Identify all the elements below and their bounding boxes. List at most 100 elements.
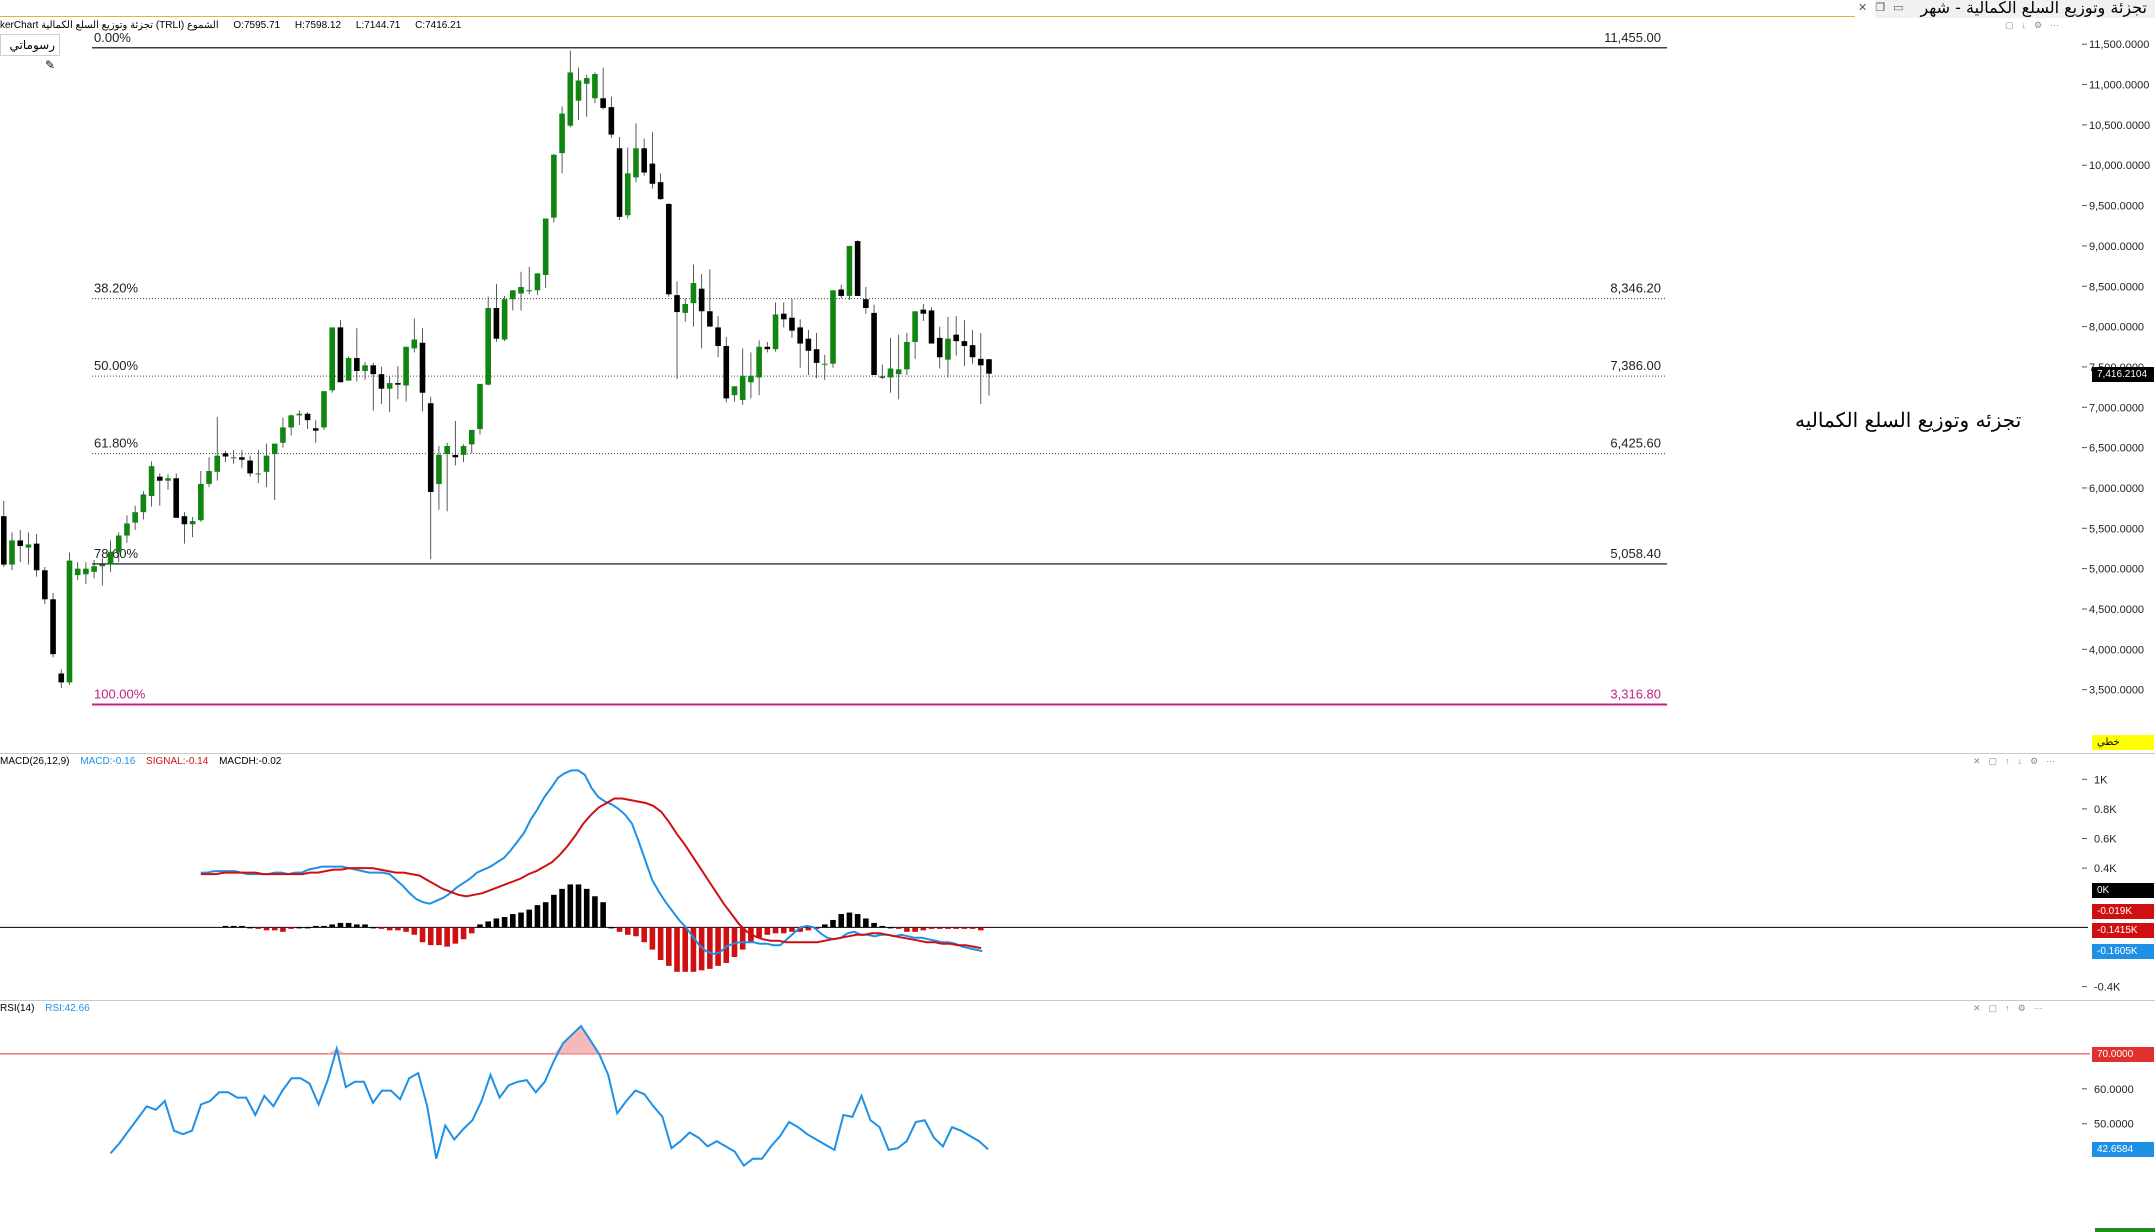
- candle-body: [107, 551, 114, 565]
- macd-histogram-bar: [674, 927, 680, 972]
- candle-body: [124, 523, 130, 536]
- close-icon[interactable]: ✕: [1973, 756, 1981, 766]
- candle-body: [206, 471, 212, 484]
- arrow-up-icon[interactable]: ↑: [2005, 1003, 2010, 1013]
- candle-body: [772, 314, 779, 350]
- macd-histogram-bar: [764, 927, 771, 935]
- macd-histogram-bar: [370, 927, 377, 929]
- signal-legend-value: SIGNAL:-0.14: [146, 756, 209, 767]
- macd-histogram-bar: [895, 927, 902, 929]
- macd-histogram-bar: [567, 884, 574, 928]
- candle-body: [518, 287, 524, 294]
- candle-body: [436, 454, 442, 484]
- candle-body: [140, 494, 147, 513]
- macd-pane-controls: ✕ ▢ ↑ ↓ ⚙ ⋯: [1973, 756, 2063, 767]
- close-icon[interactable]: ✕: [1973, 1003, 1981, 1013]
- price-axis-label: 4,000.0000: [2089, 644, 2144, 656]
- arrow-up-icon[interactable]: ↑: [2005, 756, 2010, 766]
- candle-body: [633, 148, 639, 178]
- macd-histogram-bar: [608, 927, 615, 929]
- rsi-pane-controls: ✕ ▢ ↑ ⚙ ⋯: [1973, 1003, 2051, 1014]
- candle-body: [501, 299, 508, 340]
- macd-histogram-bar: [345, 922, 352, 928]
- candle-body: [600, 98, 606, 108]
- macd-axis-label: -0.4K: [2094, 982, 2121, 994]
- macd-histogram-bar: [871, 922, 877, 928]
- macd-histogram-bar: [780, 927, 787, 934]
- macd-histogram-bar: [485, 921, 491, 928]
- candle-body: [953, 334, 959, 342]
- rsi-legend-title: RSI(14): [0, 1003, 35, 1014]
- macd-legend-title: MACD(26,12,9): [0, 756, 70, 767]
- macd-histogram-bar: [838, 914, 845, 928]
- candle-body: [493, 308, 500, 339]
- macd-histogram-bar: [263, 927, 270, 931]
- macd-histogram-bar: [247, 927, 253, 929]
- restore-icon[interactable]: ▢: [1989, 1003, 1998, 1013]
- candle-body: [99, 564, 106, 567]
- macd-histogram-bar: [600, 902, 606, 928]
- settings-icon[interactable]: ⚙: [2030, 756, 2038, 766]
- candle-body: [321, 391, 327, 428]
- macd-histogram-bar: [592, 896, 598, 928]
- candle-body: [42, 570, 48, 600]
- more-icon[interactable]: ⋯: [2046, 756, 2055, 766]
- candle-body: [912, 311, 918, 342]
- macd-histogram-bar: [641, 927, 647, 943]
- macd-histogram-bar: [280, 927, 286, 932]
- macd-histogram-bar: [969, 927, 976, 929]
- macd-histogram-bar: [854, 914, 861, 928]
- macd-value-tag: -0.019K: [2092, 904, 2154, 920]
- candle-body: [395, 383, 401, 385]
- candle-body: [1, 516, 7, 565]
- candle-body: [657, 182, 664, 200]
- macd-histogram-bar: [329, 924, 335, 928]
- macd-histogram-bar: [830, 919, 836, 928]
- macd-histogram-bar: [427, 927, 434, 946]
- price-axis-label: 4,500.0000: [2089, 604, 2144, 616]
- macd-histogram-bar: [904, 927, 910, 932]
- more-icon[interactable]: ⋯: [2034, 1003, 2043, 1013]
- price-axis-label: 9,500.0000: [2089, 201, 2144, 213]
- candle-body: [74, 568, 81, 576]
- candle-body: [444, 446, 450, 455]
- macd-histogram-bar: [395, 927, 401, 931]
- chart-canvas[interactable]: 3,500.0000 4,000.0000 4,500.0000 5,000.0000…: [0, 0, 2155, 1232]
- candle-body: [403, 346, 409, 386]
- candle-body: [214, 455, 221, 472]
- rsi-line: [109, 1024, 989, 1168]
- macd-value-tag: -0.1415K: [2092, 922, 2154, 938]
- candle-body: [255, 473, 262, 475]
- macd-histogram-bar: [403, 927, 409, 932]
- fibonacci-percent-label: 0.00%: [94, 30, 131, 45]
- candle-body: [66, 560, 73, 683]
- fibonacci-percent-label: 38.20%: [94, 281, 139, 296]
- candle-body: [682, 304, 689, 313]
- price-axis-label: 9,000.0000: [2089, 241, 2144, 253]
- candle-body: [707, 311, 713, 327]
- chart-annotation-text: تجزئه وتوزيع السلع الكماليه: [1795, 408, 2022, 432]
- candle-body: [559, 113, 565, 154]
- restore-icon[interactable]: ▢: [1989, 756, 1998, 766]
- candle-body: [690, 283, 697, 304]
- macd-axis-label: 1K: [2094, 774, 2108, 786]
- rsi-legend-value: RSI:42.66: [45, 1003, 90, 1014]
- macd-histogram-bar: [953, 927, 959, 929]
- candle-body: [468, 429, 475, 445]
- candle-body: [362, 365, 368, 371]
- candle-body: [674, 295, 680, 313]
- candle-body: [50, 599, 56, 655]
- macd-histogram-bar: [255, 927, 262, 929]
- candle-body: [624, 173, 631, 216]
- macd-histogram-bar: [789, 927, 795, 932]
- candle-body: [542, 218, 549, 275]
- macd-histogram-bar: [452, 927, 459, 944]
- status-indicator: [2095, 1228, 2155, 1232]
- candle-body: [756, 346, 762, 378]
- settings-icon[interactable]: ⚙: [2018, 1003, 2026, 1013]
- price-axis-label: 11,000.0000: [2089, 80, 2149, 92]
- macd-legend-value: MACD:-0.16: [80, 756, 136, 767]
- candle-body: [173, 478, 180, 518]
- arrow-down-icon[interactable]: ↓: [2018, 756, 2023, 766]
- candle-body: [616, 148, 623, 217]
